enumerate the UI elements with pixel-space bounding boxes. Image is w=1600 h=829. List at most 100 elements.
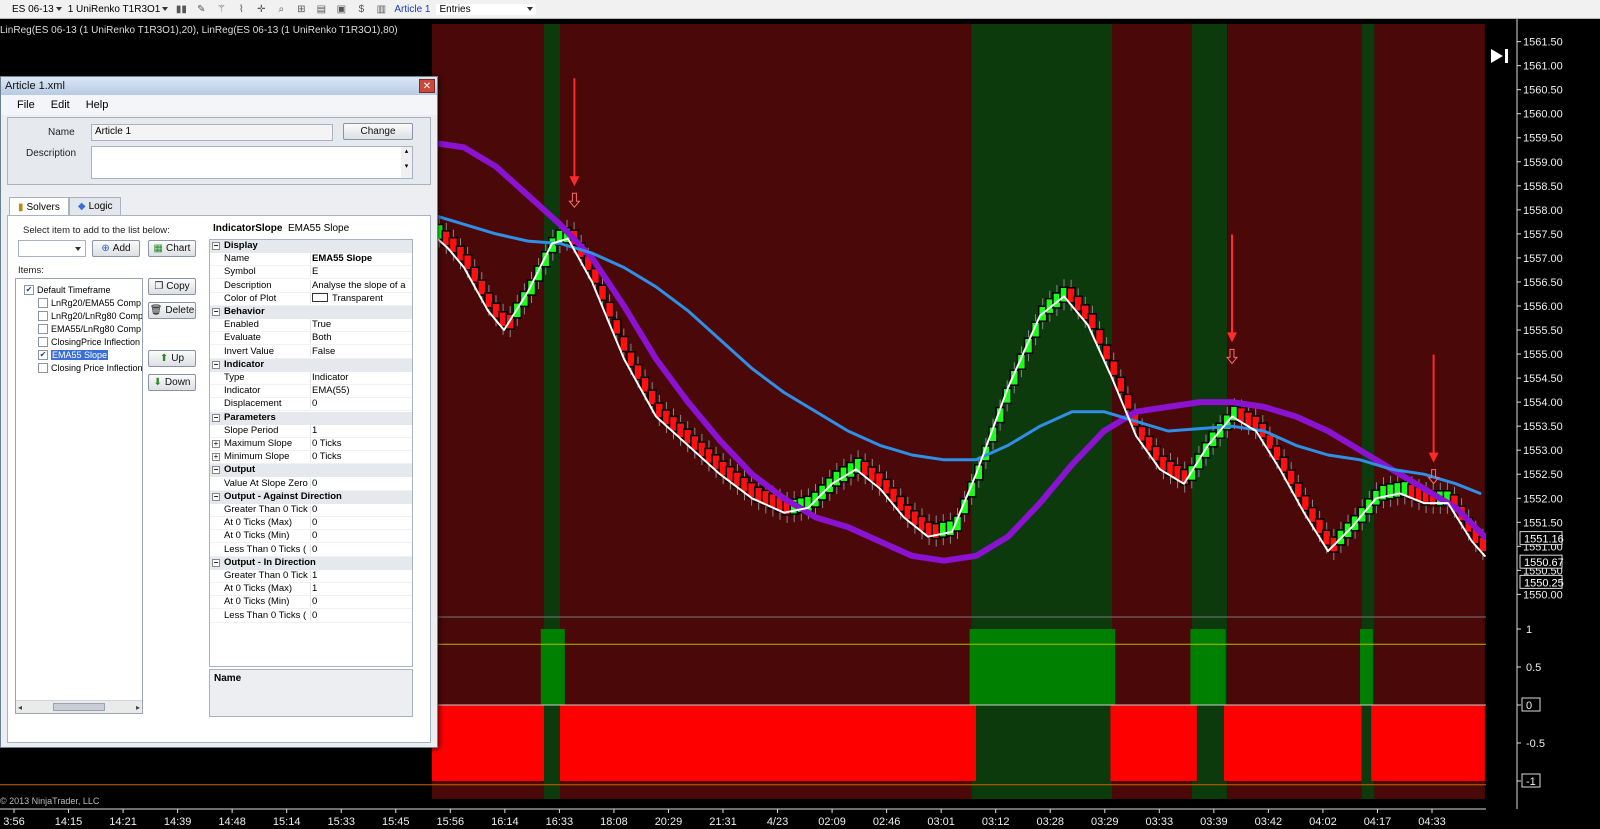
tree-item[interactable]: ✔ Default Timeframe [24, 283, 111, 296]
grid-row[interactable]: Value At Slope Zero 0 [210, 477, 412, 491]
grid-row-value[interactable]: False [310, 345, 412, 357]
article-link[interactable]: Article 1 [394, 4, 430, 15]
grid-row[interactable]: Less Than 0 Ticks (0 [210, 609, 412, 623]
grid-row-value[interactable]: 0 [310, 398, 412, 410]
grid-row[interactable]: Name EMA55 Slope [210, 253, 412, 267]
grid-row[interactable]: Less Than 0 Ticks (0 [210, 543, 412, 557]
entries-select[interactable]: Entries [436, 3, 537, 15]
image-icon[interactable]: ▣ [334, 3, 348, 16]
grid-row[interactable]: Displacement 0 [210, 398, 412, 412]
grid-row[interactable]: Description Analyse the slope of a [210, 279, 412, 293]
tree-horizontal-scrollbar[interactable]: ◂ ▸ [16, 700, 142, 713]
pencil-icon[interactable]: ✎ [194, 3, 208, 16]
data-box-icon[interactable]: ▥ [374, 3, 388, 16]
grid-category[interactable]: − Indicator [210, 358, 412, 372]
grid-row[interactable]: Greater Than 0 Tick 1 [210, 570, 412, 583]
grid-row[interactable]: + Maximum Slope 0 Ticks [210, 438, 412, 451]
menu-file[interactable]: File [17, 99, 35, 111]
grid-row-value[interactable]: True [310, 319, 412, 331]
collapse-icon[interactable]: − [212, 308, 220, 316]
grid-row-value[interactable]: 1 [310, 583, 412, 595]
instrument-selector[interactable]: ES 06-13 [12, 4, 62, 15]
tree-item[interactable]: LnRg20/EMA55 Comp [38, 296, 141, 309]
brush-icon[interactable]: ⌇ [234, 3, 248, 16]
collapse-icon[interactable]: − [212, 242, 220, 250]
grid-row[interactable]: Symbol E [210, 266, 412, 280]
checkbox-checked-icon[interactable]: ✔ [24, 284, 34, 295]
grid-row-value[interactable]: Analyse the slope of a [310, 279, 412, 291]
description-field[interactable] [91, 146, 413, 179]
grid-row[interactable]: Invert Value False [210, 345, 412, 359]
close-icon[interactable]: ✕ [419, 79, 435, 93]
name-field[interactable]: Article 1 [91, 124, 333, 141]
grid-row-value[interactable]: 0 Ticks [310, 451, 412, 463]
grid-row[interactable]: Enabled True [210, 319, 412, 333]
description-scrollbar[interactable]: ▴ ▾ [401, 147, 412, 178]
magic-wand-icon[interactable]: ⚚ [214, 3, 228, 16]
checkbox-icon[interactable] [38, 323, 48, 334]
grid-row[interactable]: Slope Period 1 [210, 424, 412, 438]
grid-row-value[interactable]: 0 [310, 609, 412, 621]
checkbox-checked-icon[interactable]: ✔ [38, 349, 48, 360]
scroll-thumb[interactable] [53, 703, 105, 711]
grid-row-value[interactable]: 0 [310, 530, 412, 542]
article-window[interactable]: Article 1.xml ✕ File Edit Help Name Arti… [0, 76, 438, 748]
expand-icon[interactable]: + [212, 440, 220, 448]
scroll-right-icon[interactable]: ▸ [136, 703, 140, 712]
checkbox-icon[interactable] [38, 297, 48, 308]
checkbox-icon[interactable] [38, 362, 48, 373]
menu-help[interactable]: Help [86, 99, 109, 111]
grid-row[interactable]: At 0 Ticks (Max) 1 [210, 583, 412, 597]
grid-row[interactable]: Type Indicator [210, 372, 412, 385]
items-tree[interactable]: ✔ Default Timeframe LnRg20/EMA55 Comp LnRg2… [15, 278, 143, 714]
grid-row[interactable]: Greater Than 0 Tick 0 [210, 504, 412, 517]
collapse-icon[interactable]: − [212, 466, 220, 475]
grid-row[interactable]: Color of Plot Transparent [210, 292, 412, 306]
bar-type-icon[interactable]: ▮▮ [174, 3, 188, 16]
collapse-icon[interactable]: − [212, 413, 220, 422]
solver-type-select[interactable] [18, 240, 86, 257]
window-titlebar[interactable]: Article 1.xml ✕ [1, 77, 437, 95]
grid-row-value[interactable]: 0 [310, 543, 412, 555]
grid-category[interactable]: − Output - Against Direction [210, 490, 412, 504]
checkbox-icon[interactable] [38, 336, 48, 347]
delete-button[interactable]: 🗑 Delete [148, 302, 196, 319]
checkbox-icon[interactable] [38, 310, 48, 321]
chart-button[interactable]: ▦ Chart [148, 240, 196, 257]
menu-edit[interactable]: Edit [51, 99, 70, 111]
add-button[interactable]: ⊕ Add [92, 240, 140, 257]
grid-row-value[interactable]: E [310, 266, 412, 278]
grid-row-value[interactable]: 0 [310, 517, 412, 529]
tab-solvers[interactable]: ▮ Solvers [9, 197, 69, 216]
scroll-to-end-icon[interactable] [1489, 47, 1511, 65]
properties-icon[interactable]: ⊞ [294, 3, 308, 16]
tree-item[interactable]: EMA55/LnRg80 Comp [38, 322, 141, 335]
tab-logic[interactable]: ◆ Logic [68, 197, 122, 215]
chart-type-selector[interactable]: 1 UniRenko T1R3O1 [68, 4, 169, 15]
grid-row-value[interactable]: 0 [310, 477, 412, 489]
grid-row[interactable]: At 0 Ticks (Max) 0 [210, 517, 412, 531]
change-button[interactable]: Change [343, 123, 413, 140]
grid-row-value[interactable]: Both [310, 332, 412, 344]
grid-row-value[interactable]: Transparent [310, 292, 412, 304]
up-button[interactable]: ⬆ Up [148, 350, 196, 367]
crosshair-icon[interactable]: ✛ [254, 3, 268, 16]
grid-category[interactable]: − Behavior [210, 306, 412, 319]
zoom-icon[interactable]: ⌕ [274, 3, 288, 16]
grid-row-value[interactable]: Indicator [310, 372, 412, 383]
collapse-icon[interactable]: − [212, 360, 220, 369]
grid-row[interactable]: Evaluate Both [210, 332, 412, 346]
grid-row-value[interactable]: 0 Ticks [310, 438, 412, 449]
grid-category[interactable]: − Output [210, 464, 412, 478]
collapse-icon[interactable]: − [212, 558, 220, 567]
scroll-left-icon[interactable]: ◂ [18, 703, 22, 712]
grid-row-value[interactable]: 1 [310, 570, 412, 581]
grid-row-value[interactable]: 0 [310, 504, 412, 515]
grid-row-value[interactable]: 0 [310, 596, 412, 608]
expand-icon[interactable]: + [212, 453, 220, 462]
grid-category[interactable]: − Parameters [210, 411, 412, 425]
grid-row[interactable]: + Minimum Slope 0 Ticks [210, 451, 412, 465]
strategy-icon[interactable]: ▤ [314, 3, 328, 16]
copy-button[interactable]: ❐ Copy [148, 278, 196, 295]
grid-row[interactable]: At 0 Ticks (Min) 0 [210, 530, 412, 544]
